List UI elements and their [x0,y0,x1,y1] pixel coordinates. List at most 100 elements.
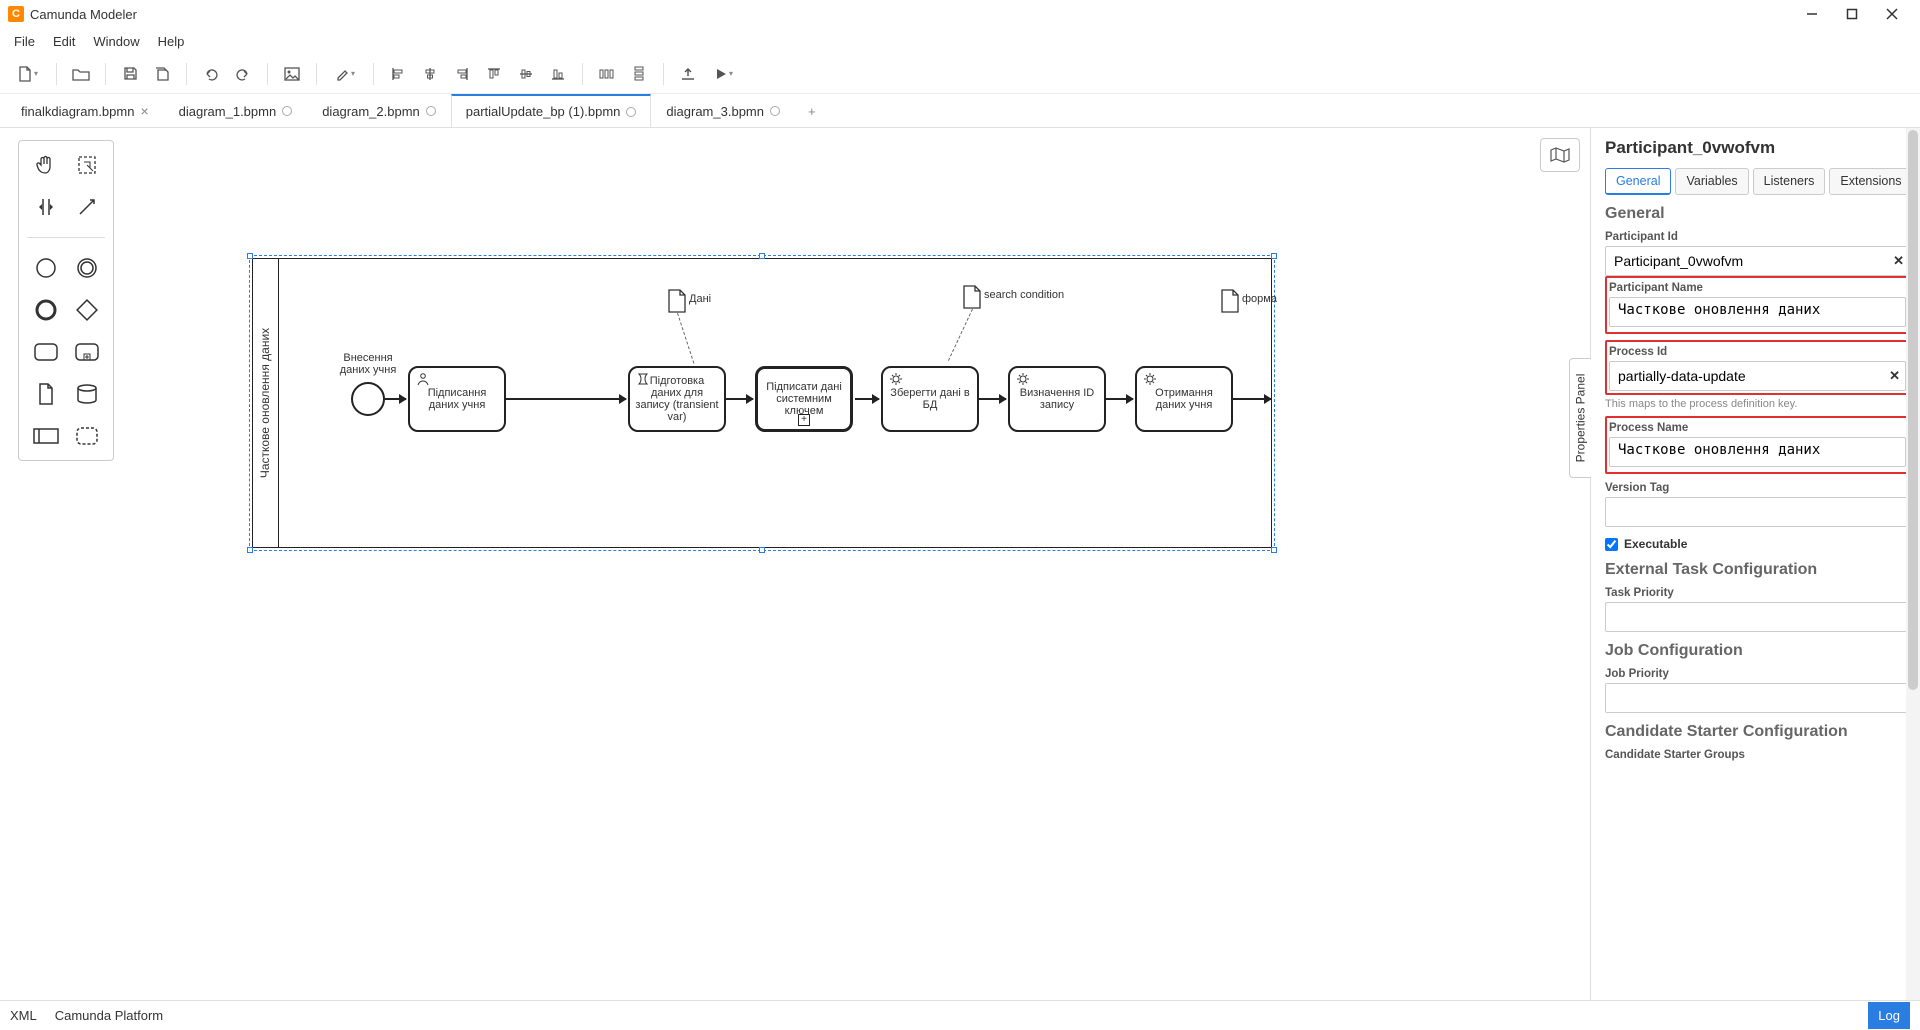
intermediate-event-icon[interactable] [73,254,101,282]
scrollbar[interactable] [1906,128,1920,1000]
version-tag-input[interactable] [1605,497,1910,527]
participant-id-label: Participant Id [1605,231,1910,243]
tab-diagram-1[interactable]: diagram_1.bpmn [164,94,308,127]
sequence-flow[interactable] [385,398,406,400]
sequence-flow[interactable] [726,398,753,400]
tab-general[interactable]: General [1605,168,1671,195]
tab-diagram-2[interactable]: diagram_2.bpmn [307,94,451,127]
open-file-button[interactable] [67,60,95,88]
clear-icon[interactable]: ✕ [1889,368,1900,384]
bpmn-data-object[interactable] [668,289,686,313]
distribute-h-button[interactable] [593,60,621,88]
bpmn-call-activity[interactable]: Підписати дані системним ключем + [755,366,853,432]
bpmn-pool[interactable]: Часткове оновлення даних Внесення даних … [252,258,1272,548]
hand-tool-icon[interactable] [32,151,60,179]
job-priority-input[interactable] [1605,683,1910,713]
bpmn-data-object[interactable] [963,285,981,309]
align-right-button[interactable] [448,60,476,88]
subprocess-icon[interactable] [73,338,101,366]
resize-handle[interactable] [759,253,765,259]
toolbar-divider [186,63,187,85]
align-top-button[interactable] [480,60,508,88]
menu-file[interactable]: File [6,30,43,53]
tab-listeners[interactable]: Listeners [1753,168,1826,195]
align-center-h-button[interactable] [416,60,444,88]
data-object-icon[interactable] [32,380,60,408]
new-tab-button[interactable]: + [795,94,829,127]
bpmn-service-task[interactable]: Визначення ID запису [1008,366,1106,432]
run-button[interactable] [706,60,742,88]
data-association[interactable] [948,309,973,361]
tab-extensions[interactable]: Extensions [1829,168,1912,195]
save-button[interactable] [116,60,144,88]
tab-variables[interactable]: Variables [1675,168,1748,195]
process-name-input[interactable]: Часткове оновлення даних [1609,437,1906,467]
pool-icon[interactable] [32,422,60,450]
diagram-canvas[interactable]: Часткове оновлення даних Внесення даних … [122,128,1590,1000]
properties-panel-toggle[interactable]: Properties Panel [1569,358,1591,478]
resize-handle[interactable] [1271,547,1277,553]
tab-diagram-3[interactable]: diagram_3.bpmn [651,94,795,127]
sequence-flow[interactable] [979,398,1006,400]
bpmn-start-event[interactable] [351,382,385,416]
bpmn-service-task[interactable]: Отримання даних учня [1135,366,1233,432]
sequence-flow[interactable] [1233,398,1271,400]
participant-id-input[interactable] [1605,246,1910,276]
bpmn-service-task[interactable]: Зберегти дані в БД [881,366,979,432]
xml-view-button[interactable]: XML [10,1008,37,1023]
gateway-icon[interactable] [73,296,101,324]
bpmn-data-object[interactable] [1221,289,1239,313]
sequence-flow[interactable] [1106,398,1133,400]
color-button[interactable] [327,60,363,88]
menu-help[interactable]: Help [150,30,193,53]
resize-handle[interactable] [1271,253,1277,259]
sequence-flow[interactable] [855,398,879,400]
data-store-icon[interactable] [73,380,101,408]
bpmn-user-task[interactable]: Підписання даних учня [408,366,506,432]
align-left-button[interactable] [384,60,412,88]
group-icon[interactable] [73,422,101,450]
tab-partial-update[interactable]: partialUpdate_bp (1).bpmn [451,94,652,127]
distribute-v-button[interactable] [625,60,653,88]
menu-window[interactable]: Window [85,30,147,53]
toolbar-divider [373,63,374,85]
deploy-button[interactable] [674,60,702,88]
tab-finalkdiagram[interactable]: finalkdiagram.bpmn× [6,94,164,127]
space-tool-icon[interactable] [32,193,60,221]
connect-tool-icon[interactable] [73,193,101,221]
resize-handle[interactable] [247,547,253,553]
log-button[interactable]: Log [1868,1002,1910,1029]
bpmn-script-task[interactable]: Підготовка даних для запису (transient v… [628,366,726,432]
scrollbar-thumb[interactable] [1908,130,1918,690]
data-association[interactable] [677,313,694,364]
process-id-input[interactable] [1609,361,1906,391]
tab-label: diagram_3.bpmn [666,104,764,119]
menu-edit[interactable]: Edit [45,30,83,53]
pool-label[interactable]: Часткове оновлення даних [253,259,279,547]
end-event-icon[interactable] [32,296,60,324]
align-bottom-button[interactable] [544,60,572,88]
clear-icon[interactable]: ✕ [1893,253,1904,269]
new-file-button[interactable] [10,60,46,88]
minimize-button[interactable] [1792,0,1832,28]
save-all-button[interactable] [148,60,176,88]
participant-name-input[interactable]: Часткове оновлення даних [1609,297,1906,327]
task-priority-input[interactable] [1605,602,1910,632]
task-priority-label: Task Priority [1605,587,1910,599]
start-event-icon[interactable] [32,254,60,282]
align-center-v-button[interactable] [512,60,540,88]
undo-button[interactable] [197,60,225,88]
gear-icon [1143,372,1157,386]
image-button[interactable] [278,60,306,88]
maximize-button[interactable] [1832,0,1872,28]
redo-button[interactable] [229,60,257,88]
sequence-flow[interactable] [506,398,626,400]
minimap-button[interactable] [1540,138,1580,172]
close-window-button[interactable] [1872,0,1912,28]
task-icon[interactable] [32,338,60,366]
tab-label: partialUpdate_bp (1).bpmn [466,104,621,119]
executable-checkbox[interactable] [1605,538,1618,551]
lasso-tool-icon[interactable] [73,151,101,179]
close-icon[interactable]: × [140,103,148,119]
resize-handle[interactable] [759,547,765,553]
